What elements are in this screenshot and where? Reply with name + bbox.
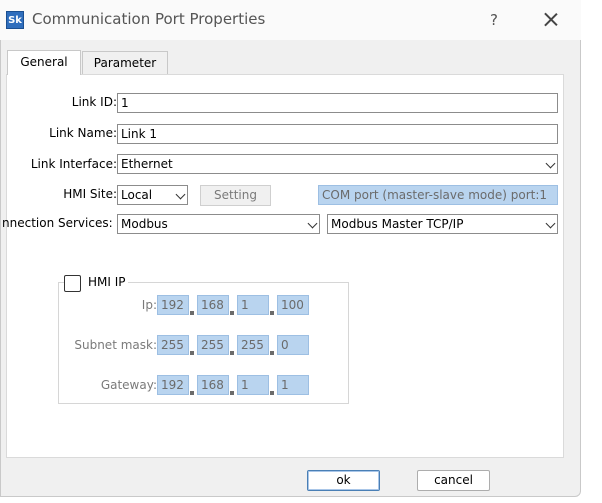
cancel-button[interactable]: cancel bbox=[417, 470, 490, 491]
com-port-display: COM port (master-slave mode) port:1 bbox=[318, 185, 558, 205]
ok-button[interactable]: ok bbox=[307, 470, 380, 491]
link-interface-label: Link Interface: bbox=[30, 157, 117, 171]
gateway-label: Gateway: bbox=[100, 378, 157, 392]
link-id-input[interactable]: 1 bbox=[117, 93, 558, 113]
gateway-octet-1[interactable]: 192 bbox=[157, 375, 189, 395]
help-button[interactable]: ? bbox=[483, 9, 505, 31]
setting-button[interactable]: Setting bbox=[200, 185, 271, 206]
close-icon[interactable] bbox=[538, 7, 564, 33]
subnet-octet-3[interactable]: 255 bbox=[237, 335, 269, 355]
gateway-dot-separator bbox=[230, 391, 234, 395]
link-name-label: Link Name: bbox=[49, 126, 117, 140]
protocol-value: Modbus Master TCP/IP bbox=[331, 217, 464, 231]
ip-dot-separator bbox=[270, 311, 274, 315]
chevron-down-icon bbox=[175, 189, 186, 200]
subnet-mask-label: Subnet mask: bbox=[74, 338, 157, 352]
gateway-dot-separator bbox=[190, 391, 194, 395]
connection-services-label: nnection Services: bbox=[2, 216, 113, 230]
gateway-octet-3[interactable]: 1 bbox=[237, 375, 269, 395]
ip-label: Ip: bbox=[141, 298, 157, 312]
ip-dot-separator bbox=[190, 311, 194, 315]
ip-dot-separator bbox=[230, 311, 234, 315]
hmi-ip-label: HMI IP bbox=[88, 275, 126, 289]
link-interface-select[interactable]: Ethernet bbox=[117, 154, 558, 174]
hmi-site-label: HMI Site: bbox=[63, 187, 117, 201]
gateway-dot-separator bbox=[270, 391, 274, 395]
tab-general[interactable]: General bbox=[7, 50, 81, 75]
ip-octet-3[interactable]: 1 bbox=[237, 295, 269, 315]
window-title: Communication Port Properties bbox=[32, 10, 266, 28]
chevron-down-icon bbox=[307, 218, 318, 229]
connection-service-value: Modbus bbox=[121, 217, 168, 231]
subnet-octet-1[interactable]: 255 bbox=[157, 335, 189, 355]
subnet-dot-separator bbox=[230, 351, 234, 355]
link-interface-value: Ethernet bbox=[121, 157, 173, 171]
ip-octet-1[interactable]: 192 bbox=[157, 295, 189, 315]
subnet-octet-2[interactable]: 255 bbox=[197, 335, 229, 355]
hmi-site-value: Local bbox=[121, 188, 153, 202]
subnet-dot-separator bbox=[190, 351, 194, 355]
hmi-ip-checkbox-row[interactable]: HMI IP bbox=[64, 274, 128, 292]
gateway-octet-2[interactable]: 168 bbox=[197, 375, 229, 395]
connection-service-select[interactable]: Modbus bbox=[117, 214, 320, 234]
ip-octet-4[interactable]: 100 bbox=[277, 295, 309, 315]
tab-parameter[interactable]: Parameter bbox=[82, 51, 168, 75]
hmi-site-select[interactable]: Local bbox=[117, 185, 188, 205]
gateway-octet-4[interactable]: 1 bbox=[277, 375, 309, 395]
chevron-down-icon bbox=[545, 218, 556, 229]
protocol-select[interactable]: Modbus Master TCP/IP bbox=[327, 214, 558, 234]
hmi-ip-checkbox[interactable] bbox=[64, 275, 81, 292]
subnet-dot-separator bbox=[270, 351, 274, 355]
link-id-label: Link ID: bbox=[71, 95, 117, 109]
ip-octet-2[interactable]: 168 bbox=[197, 295, 229, 315]
app-icon: Sk bbox=[6, 11, 24, 29]
chevron-down-icon bbox=[545, 158, 556, 169]
subnet-octet-4[interactable]: 0 bbox=[277, 335, 309, 355]
link-name-input[interactable]: Link 1 bbox=[117, 124, 558, 144]
